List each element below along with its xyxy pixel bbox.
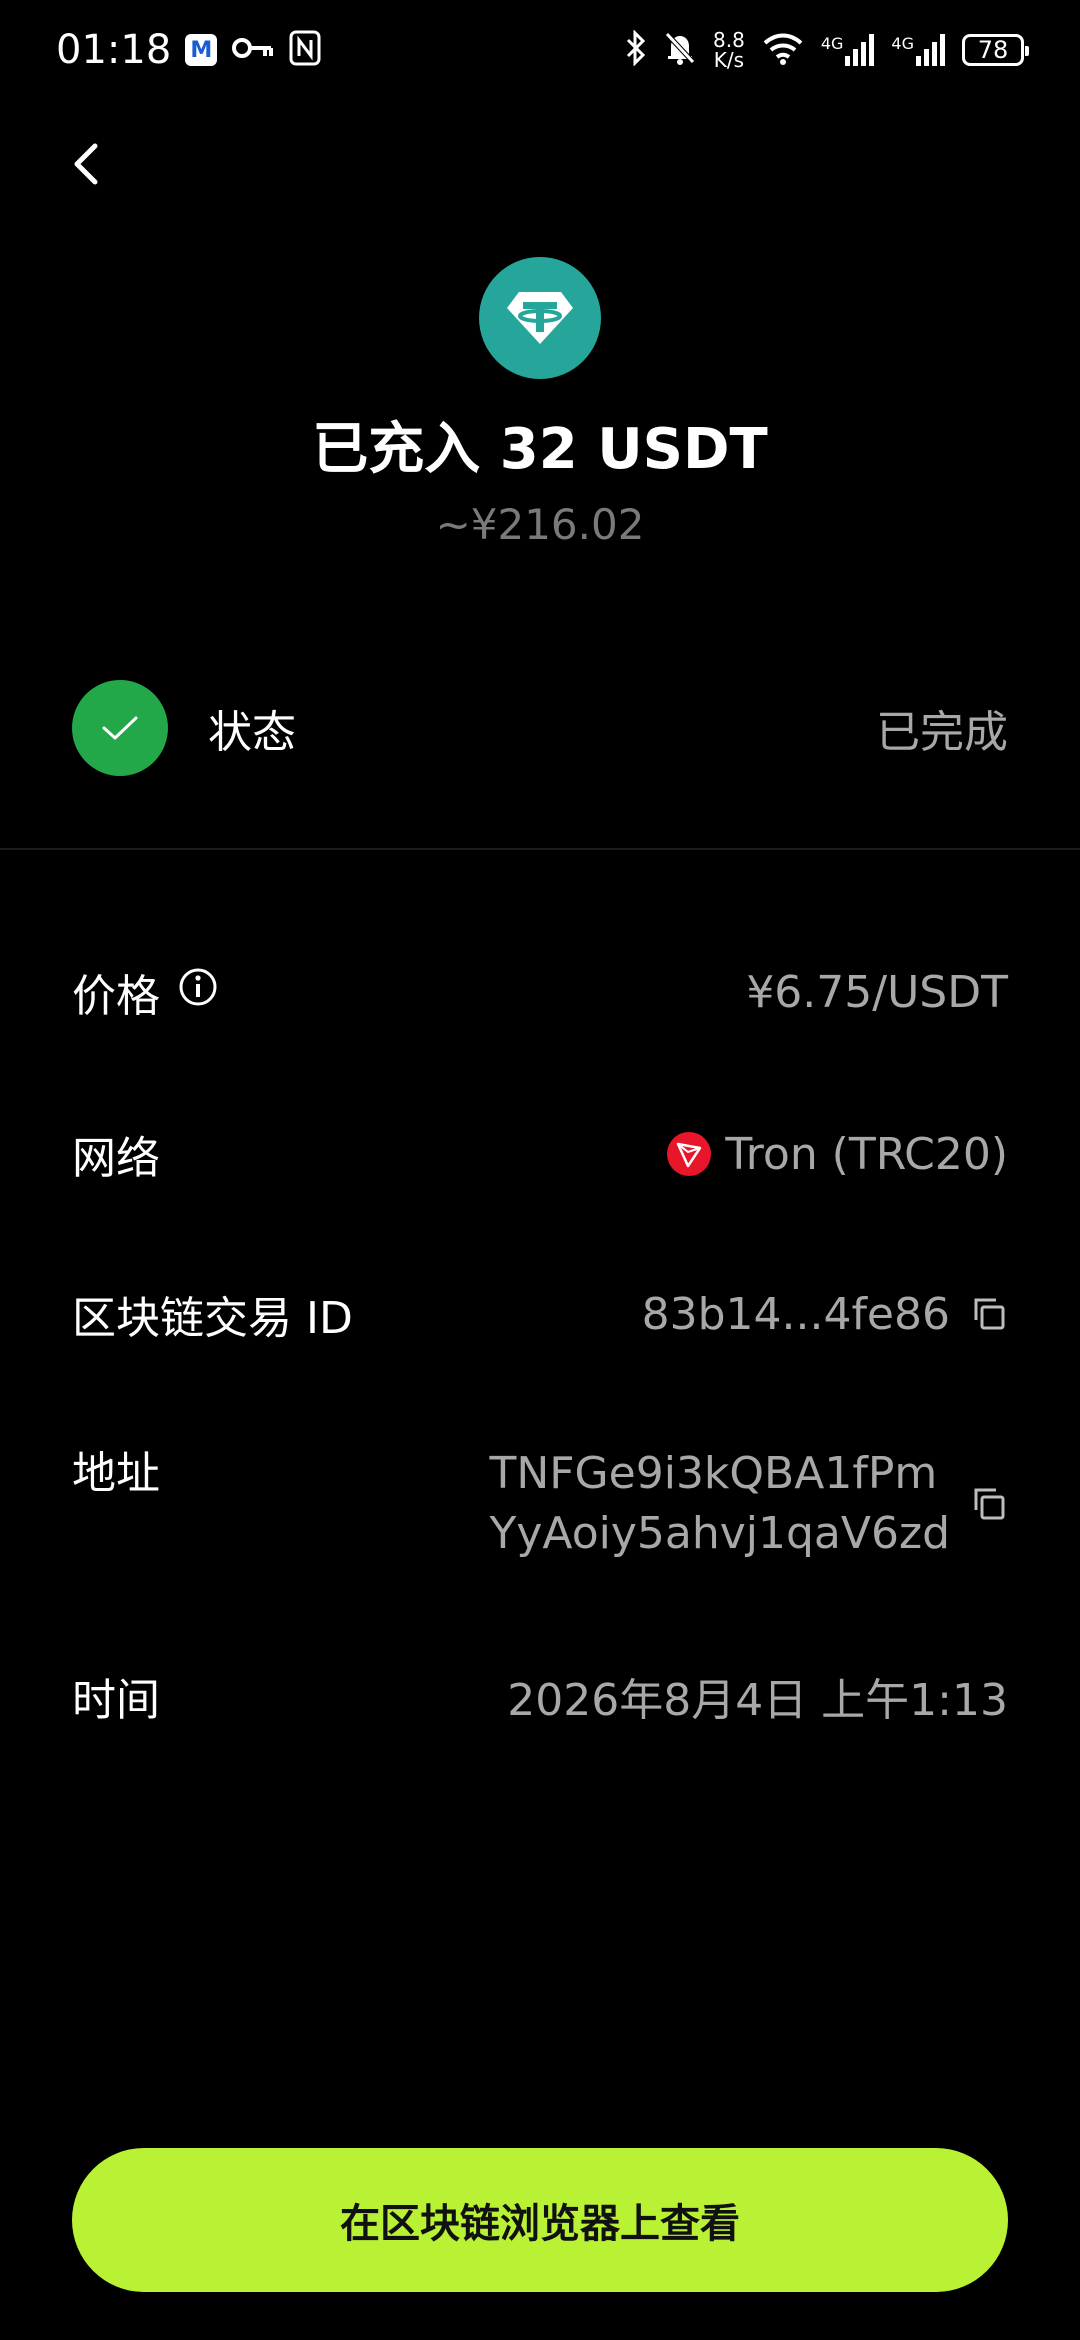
time-row: 时间 2026年8月4日 上午1:13	[72, 1666, 1008, 1726]
usdt-logo-icon	[479, 257, 601, 379]
tx-id-row: 区块链交易 ID 83b14...4fe86	[72, 1284, 1008, 1344]
wifi-icon	[761, 31, 805, 69]
nfc-icon	[289, 30, 321, 70]
address-row: 地址 TNFGe9i3kQBA1fPm YyAoiy5ahvj1qaV6zd	[72, 1444, 1008, 1564]
copy-icon[interactable]	[968, 1294, 1008, 1334]
key-icon	[231, 34, 275, 66]
status-label: 状态	[208, 707, 296, 758]
mail-icon: M	[185, 34, 218, 66]
network-value: Tron (TRC20)	[725, 1128, 1008, 1180]
status-row: 状态 已完成	[72, 680, 1008, 776]
address-value-group: TNFGe9i3kQBA1fPm YyAoiy5ahvj1qaV6zd	[489, 1444, 1008, 1564]
info-icon[interactable]	[178, 967, 218, 1018]
price-label: 价格	[72, 971, 160, 1022]
sim1-label: 4G	[820, 34, 844, 53]
page-title: 已充入 32 USDT	[312, 417, 768, 482]
status-left: 01:18 M	[56, 27, 321, 73]
tx-id-value-group: 83b14...4fe86	[642, 1289, 1008, 1340]
bluetooth-icon	[625, 29, 647, 70]
network-row: 网络 Tron (TRC20)	[72, 1122, 1008, 1186]
net-speed-value: 8.8	[713, 28, 745, 52]
mute-bell-icon	[663, 30, 697, 70]
signal-bars-icon	[845, 34, 875, 66]
divider	[0, 848, 1080, 850]
sim2-label: 4G	[891, 34, 914, 53]
address-label: 地址	[72, 1448, 160, 1499]
copy-icon[interactable]	[968, 1484, 1008, 1524]
tx-id-value: 83b14...4fe86	[641, 1288, 950, 1340]
time-value: 2026年8月4日 上午1:13	[507, 1675, 1008, 1726]
tx-id-label-group: 区块链交易 ID	[72, 1282, 353, 1346]
signal-bars-icon	[916, 34, 945, 66]
price-value-group: ¥6.75/USDT	[746, 967, 1008, 1018]
status-time: 01:18	[56, 27, 172, 73]
price-value: ¥6.75/USDT	[746, 966, 1008, 1018]
time-label-group: 时间	[72, 1664, 160, 1728]
status-bar: 01:18 M 8.8 K/s 4G 4G 78	[0, 0, 1080, 100]
address-value: TNFGe9i3kQBA1fPm YyAoiy5ahvj1qaV6zd	[489, 1444, 950, 1564]
address-line-1: TNFGe9i3kQBA1fPm	[489, 1448, 938, 1499]
price-row: 价格 ¥6.75/USDT	[72, 960, 1008, 1024]
status-right: 8.8 K/s 4G 4G 78	[625, 29, 1029, 70]
signal-sim2: 4G	[891, 34, 946, 66]
view-on-explorer-button[interactable]: 在区块链浏览器上查看	[72, 2148, 1008, 2292]
tx-id-label: 区块链交易 ID	[72, 1293, 353, 1344]
network-label: 网络	[72, 1133, 160, 1184]
address-label-group: 地址	[72, 1444, 160, 1504]
network-value-group: Tron (TRC20)	[667, 1129, 1008, 1180]
time-label: 时间	[72, 1675, 160, 1726]
network-label-group: 网络	[72, 1122, 160, 1186]
battery-icon: 78	[962, 34, 1029, 66]
net-speed: 8.8 K/s	[713, 30, 745, 70]
fiat-value: ~¥216.02	[435, 500, 645, 549]
time-value-group: 2026年8月4日 上午1:13	[507, 1664, 1008, 1728]
signal-sim1: 4G	[821, 34, 876, 66]
check-circle-icon	[72, 680, 168, 776]
tron-icon	[667, 1132, 712, 1176]
net-speed-unit: K/s	[713, 48, 745, 72]
price-label-group: 价格	[72, 960, 218, 1024]
status-value: 已完成	[876, 707, 1008, 758]
chevron-left-icon	[74, 143, 98, 185]
address-line-2: YyAoiy5ahvj1qaV6zd	[489, 1508, 950, 1559]
back-button[interactable]	[58, 136, 114, 192]
